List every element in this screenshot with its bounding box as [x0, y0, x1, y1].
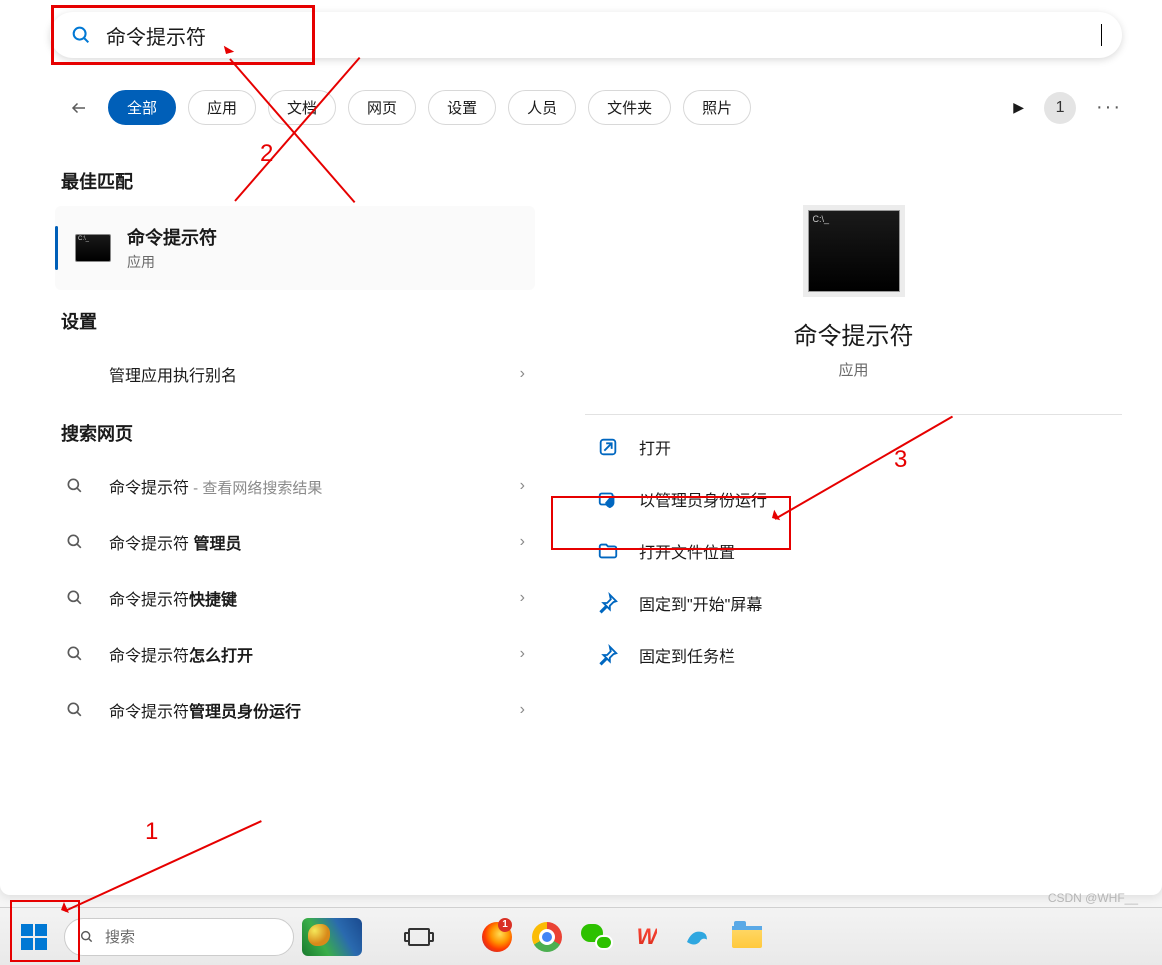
back-arrow-icon[interactable] [70, 99, 88, 117]
pin-icon [597, 644, 619, 666]
settings-item-alias[interactable]: 管理应用执行别名 › [55, 346, 535, 402]
filter-tab-all[interactable]: 全部 [108, 90, 176, 125]
chevron-right-icon: › [520, 477, 525, 495]
taskbar: 搜索 1 W [0, 907, 1162, 965]
shield-icon [597, 488, 619, 510]
search-icon [65, 476, 85, 496]
action-label: 打开 [639, 435, 671, 459]
detail-title: 命令提示符 [585, 316, 1122, 351]
action-run-as-admin[interactable]: 以管理员身份运行 [585, 473, 1122, 525]
detail-column: 命令提示符 应用 打开 以管理员身份运行 打开文件位置 固定到"开始"屏幕 [545, 150, 1122, 885]
web-item-4[interactable]: 命令提示符管理员身份运行 › [55, 682, 535, 738]
web-item-bold: 快捷键 [189, 592, 237, 609]
chevron-right-icon: › [520, 589, 525, 607]
chevron-right-icon: › [520, 533, 525, 551]
filter-tab-web[interactable]: 网页 [348, 90, 416, 125]
taskbar-app-chrome[interactable] [526, 916, 568, 958]
filter-tab-folders[interactable]: 文件夹 [588, 90, 671, 125]
results-column: 最佳匹配 命令提示符 应用 设置 管理应用执行别名 › 搜索网页 命令提示符 -… [55, 150, 545, 885]
filter-tab-people[interactable]: 人员 [508, 90, 576, 125]
action-label: 固定到"开始"屏幕 [639, 591, 762, 615]
web-item-suffix: - 查看网络搜索结果 [189, 480, 322, 497]
cmd-icon [75, 234, 111, 262]
play-icon[interactable]: ▶ [1013, 99, 1024, 116]
search-icon [70, 24, 92, 46]
taskbar-app-wps[interactable]: W [626, 916, 668, 958]
more-icon[interactable]: ··· [1096, 96, 1122, 119]
settings-item-label: 管理应用执行别名 [109, 362, 237, 386]
web-search-header: 搜索网页 [61, 420, 535, 446]
web-item-prefix: 命令提示符 [109, 704, 189, 721]
web-item-prefix: 命令提示符 [109, 648, 189, 665]
filter-row: 全部 应用 文档 网页 设置 人员 文件夹 照片 ▶ 1 ··· [70, 90, 1122, 125]
search-icon [65, 644, 85, 664]
filter-tab-apps[interactable]: 应用 [188, 90, 256, 125]
search-input-value[interactable]: 命令提示符 [106, 21, 1103, 50]
web-item-0[interactable]: 命令提示符 - 查看网络搜索结果 › [55, 458, 535, 514]
action-open[interactable]: 打开 [585, 421, 1122, 473]
filter-tab-photos[interactable]: 照片 [683, 90, 751, 125]
open-icon [597, 436, 619, 458]
taskbar-app-taskview[interactable] [398, 916, 440, 958]
action-open-file-location[interactable]: 打开文件位置 [585, 525, 1122, 577]
web-item-prefix: 命令提示符 [109, 480, 189, 497]
web-item-prefix: 命令提示符 [109, 536, 193, 553]
web-item-prefix: 命令提示符 [109, 592, 189, 609]
web-item-bold: 管理员 [193, 536, 241, 553]
web-item-bold: 怎么打开 [189, 648, 253, 665]
detail-subtitle: 应用 [585, 359, 1122, 380]
settings-header: 设置 [61, 308, 535, 334]
taskbar-search[interactable]: 搜索 [64, 918, 294, 956]
action-label: 打开文件位置 [639, 539, 735, 563]
notification-badge-icon: 1 [498, 918, 512, 932]
web-item-3[interactable]: 命令提示符怎么打开 › [55, 626, 535, 682]
taskbar-search-placeholder: 搜索 [105, 926, 135, 947]
chevron-right-icon: › [520, 701, 525, 719]
action-label: 以管理员身份运行 [639, 487, 767, 511]
web-item-1[interactable]: 命令提示符 管理员 › [55, 514, 535, 570]
taskbar-app-dolphin[interactable] [676, 916, 718, 958]
taskbar-app-firefox[interactable]: 1 [476, 916, 518, 958]
action-pin-taskbar[interactable]: 固定到任务栏 [585, 629, 1122, 681]
search-icon [65, 588, 85, 608]
detail-app-icon [808, 210, 900, 292]
taskbar-app-explorer[interactable] [726, 916, 768, 958]
text-cursor [1101, 24, 1102, 46]
start-button[interactable] [12, 915, 56, 959]
search-icon [65, 700, 85, 720]
best-match-result[interactable]: 命令提示符 应用 [55, 206, 535, 290]
notification-badge[interactable]: 1 [1044, 92, 1076, 124]
chevron-right-icon: › [520, 645, 525, 663]
filter-tab-docs[interactable]: 文档 [268, 90, 336, 125]
folder-icon [597, 540, 619, 562]
search-icon [65, 532, 85, 552]
best-match-subtitle: 应用 [127, 252, 217, 272]
filter-tab-settings[interactable]: 设置 [428, 90, 496, 125]
action-label: 固定到任务栏 [639, 643, 735, 667]
best-match-title: 命令提示符 [127, 224, 217, 250]
search-icon [79, 929, 95, 945]
search-box[interactable]: 命令提示符 [50, 12, 1122, 58]
watermark: CSDN @WHF__ [1048, 891, 1138, 905]
action-pin-start[interactable]: 固定到"开始"屏幕 [585, 577, 1122, 629]
divider [585, 414, 1122, 415]
windows-logo-icon [21, 924, 47, 950]
chevron-right-icon: › [520, 365, 525, 383]
best-match-header: 最佳匹配 [61, 168, 535, 194]
taskbar-app-wechat[interactable] [576, 916, 618, 958]
spacer-icon [65, 364, 85, 384]
web-item-2[interactable]: 命令提示符快捷键 › [55, 570, 535, 626]
search-panel: 命令提示符 全部 应用 文档 网页 设置 人员 文件夹 照片 ▶ 1 ··· 最… [0, 0, 1162, 895]
taskbar-widget[interactable] [302, 918, 362, 956]
web-item-bold: 管理员身份运行 [189, 704, 301, 721]
pin-icon [597, 592, 619, 614]
